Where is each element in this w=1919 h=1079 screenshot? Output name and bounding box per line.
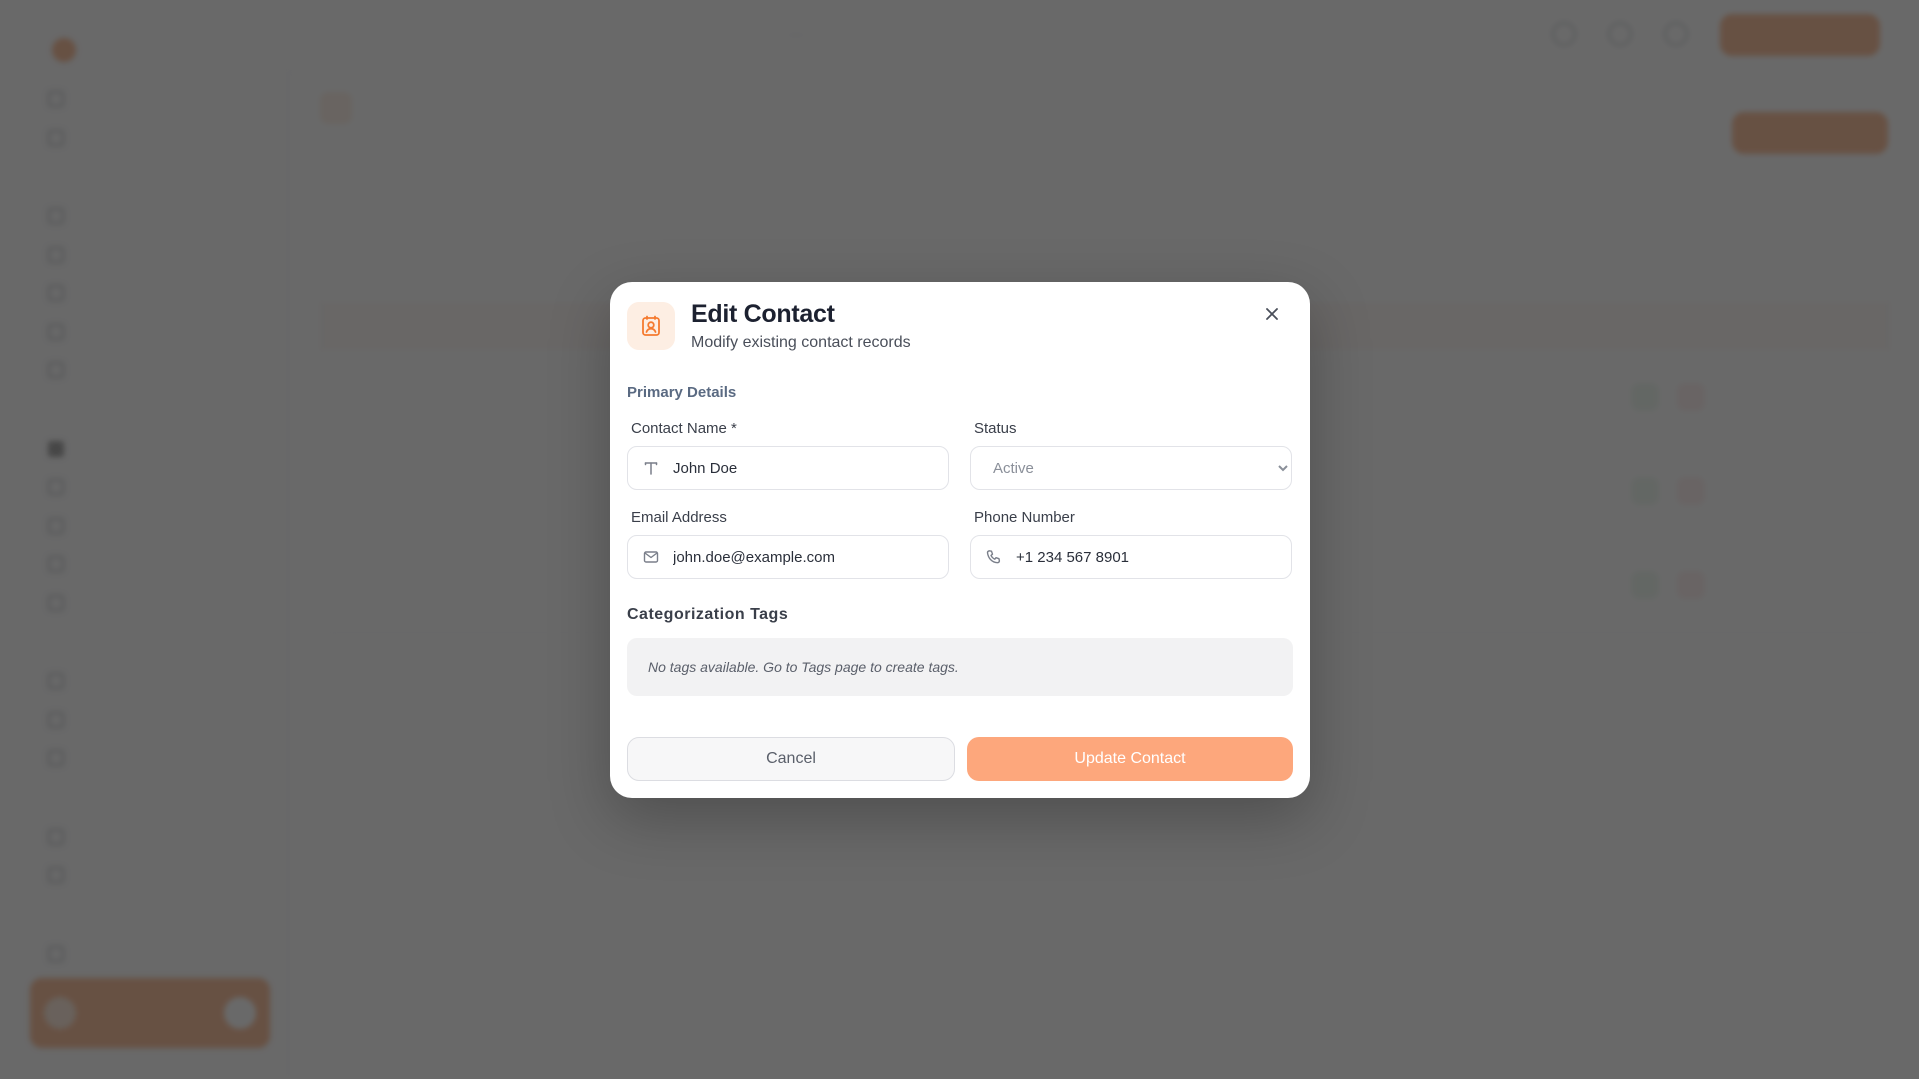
- mail-icon: [643, 551, 659, 563]
- phone-icon: [986, 550, 1001, 564]
- cancel-button[interactable]: Cancel: [627, 737, 955, 781]
- status-select[interactable]: Active: [971, 447, 1291, 489]
- edit-contact-modal: Edit Contact Modify existing contact rec…: [610, 282, 1310, 798]
- status-select-box[interactable]: Active: [970, 446, 1292, 490]
- modal-subtitle: Modify existing contact records: [691, 334, 911, 351]
- phone-label: Phone Number: [974, 509, 1075, 526]
- phone-input[interactable]: [1016, 548, 1266, 566]
- phone-field[interactable]: [970, 535, 1292, 579]
- contact-name-label: Contact Name *: [631, 420, 737, 437]
- email-input[interactable]: [673, 548, 923, 566]
- section-label-primary-details: Primary Details: [627, 384, 737, 401]
- tags-empty-message: No tags available. Go to Tags page to cr…: [648, 659, 959, 675]
- close-icon[interactable]: [1258, 300, 1286, 328]
- contact-name-field[interactable]: [627, 446, 949, 490]
- categorization-tags-title: Categorization Tags: [627, 606, 789, 623]
- email-label: Email Address: [631, 509, 727, 526]
- update-contact-button[interactable]: Update Contact: [967, 737, 1293, 781]
- contact-name-input[interactable]: [673, 459, 923, 477]
- text-type-icon: [644, 462, 658, 475]
- tags-empty-state: No tags available. Go to Tags page to cr…: [627, 638, 1293, 696]
- contact-card-icon: [627, 302, 675, 350]
- email-field[interactable]: [627, 535, 949, 579]
- modal-title: Edit Contact: [691, 300, 835, 328]
- status-label: Status: [974, 420, 1017, 437]
